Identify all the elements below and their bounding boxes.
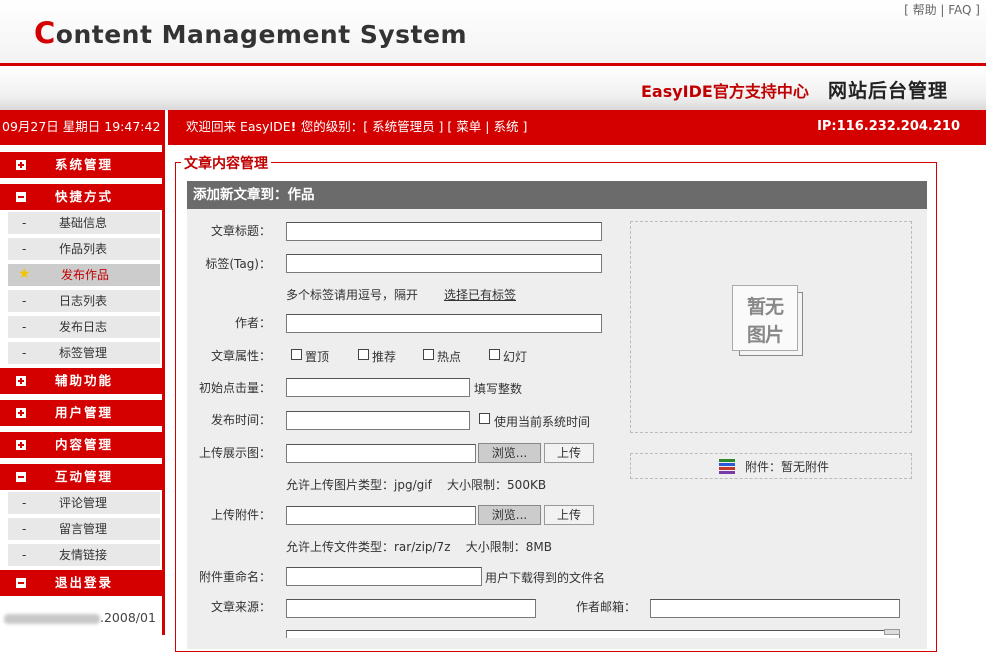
rename-attachment-input[interactable]: [286, 567, 482, 586]
sidebar-section-shortcuts[interactable]: 快捷方式: [0, 184, 162, 210]
browse-attachment-button[interactable]: 浏览...: [478, 505, 541, 525]
checkbox-recommend-label: 推荐: [372, 350, 397, 364]
expand-icon: [16, 160, 26, 170]
attachment-status-text: 附件：暂无附件: [745, 460, 830, 474]
sidebar-item-works-list[interactable]: - 作品列表: [8, 238, 160, 260]
sidebar-item-publish-log[interactable]: - 发布日志: [8, 316, 160, 338]
author-email-label: 作者邮箱：: [575, 600, 636, 614]
blurred-text: [4, 613, 100, 624]
welcome-text: 欢迎回来 EasyIDE! 您的级别：[ 系统管理员 ] [ 菜单 | 系统 ]: [186, 119, 528, 134]
attributes-label: 文章属性：: [210, 349, 271, 363]
sidebar-item-publish-work[interactable]: ★ 发布作品: [8, 264, 160, 286]
upload-attachment-label: 上传附件：: [210, 508, 271, 522]
form-title: 添加新文章到：作品: [187, 181, 927, 209]
header: Content Management System [ 帮助 | FAQ ]: [0, 0, 986, 64]
title-label: 文章标题：: [210, 224, 271, 238]
author-email-input[interactable]: [650, 599, 900, 618]
sidebar-section-interaction[interactable]: 互动管理: [0, 464, 162, 490]
top-links[interactable]: [ 帮助 | FAQ ]: [904, 1, 980, 18]
attachment-status-box: 附件：暂无附件: [630, 453, 912, 479]
logo: Content Management System: [34, 16, 467, 50]
sidebar-section-users[interactable]: 用户管理: [0, 400, 162, 426]
tag-hint: 多个标签请用逗号，隔开: [286, 288, 419, 302]
cut-off-input[interactable]: [286, 630, 900, 638]
collapse-icon: [16, 472, 26, 482]
tag-input[interactable]: [286, 254, 602, 273]
no-image-text: 暂无 图片: [746, 296, 784, 346]
checkbox-top-label: 置顶: [305, 350, 330, 364]
menu-link[interactable]: 菜单: [456, 119, 481, 134]
rename-hint: 用户下载得到的文件名: [485, 571, 606, 585]
source-label: 文章来源：: [210, 600, 271, 614]
admin-title: 网站后台管理: [828, 80, 949, 102]
status-separator: [165, 110, 168, 145]
sidebar-item-guestbook[interactable]: - 留言管理: [8, 518, 160, 540]
author-label: 作者：: [234, 316, 271, 330]
clicks-hint: 填写整数: [474, 382, 523, 396]
use-current-time-label: 使用当前系统时间: [494, 415, 591, 429]
clicks-input[interactable]: [286, 378, 470, 397]
title-input[interactable]: [286, 222, 602, 241]
sidebar-item-friend-links[interactable]: - 友情链接: [8, 544, 160, 566]
upload-image-button[interactable]: 上传: [544, 443, 594, 463]
sidebar: 系统管理 快捷方式 - 基础信息 - 作品列表 ★ 发布作品 - 日志列表 - 发布日志 …: [0, 145, 165, 635]
sidebar-item-log-list[interactable]: - 日志列表: [8, 290, 160, 312]
sidebar-item-tag-management[interactable]: - 标签管理: [8, 342, 160, 364]
tag-label: 标签(Tag)：: [205, 257, 271, 271]
fieldset-legend: 文章内容管理: [181, 153, 271, 173]
author-input[interactable]: [286, 314, 602, 333]
browse-image-button[interactable]: 浏览...: [478, 443, 541, 463]
upload-attachment-file-input[interactable]: [286, 506, 476, 525]
archive-icon: [719, 459, 735, 474]
checkbox-hot-label: 热点: [437, 350, 462, 364]
expand-icon: [16, 376, 26, 386]
sidebar-item-basic-info[interactable]: - 基础信息: [8, 212, 160, 234]
collapse-icon: [16, 192, 26, 202]
sidebar-section-auxiliary[interactable]: 辅助功能: [0, 368, 162, 394]
ip-address: IP:116.232.204.210: [817, 119, 960, 134]
star-icon: ★: [18, 266, 31, 282]
sidebar-section-logout[interactable]: 退出登录: [0, 570, 162, 596]
status-bar: 09月27日 星期日 19:47:42 欢迎回来 EasyIDE! 您的级别：[…: [0, 110, 986, 145]
checkbox-top[interactable]: [291, 349, 302, 360]
upload-image-file-input[interactable]: [286, 444, 476, 463]
exclaim-icon: !: [290, 119, 301, 134]
support-center-title: EasyIDE官方支持中心: [641, 82, 809, 101]
sidebar-item-comments[interactable]: - 评论管理: [8, 492, 160, 514]
image-type-hint: 允许上传图片类型：jpg/gif 大小限制：500KB: [286, 478, 547, 492]
scrollbar-thumb[interactable]: [884, 629, 900, 635]
rename-attachment-label: 附件重命名：: [198, 570, 271, 584]
sidebar-section-system[interactable]: 系统管理: [0, 152, 162, 178]
checkbox-slide-label: 幻灯: [503, 350, 528, 364]
no-image-placeholder: 暂无 图片: [732, 285, 803, 356]
system-link[interactable]: 系统: [493, 119, 518, 134]
checkbox-hot[interactable]: [423, 349, 434, 360]
checkbox-slide[interactable]: [489, 349, 500, 360]
upload-image-label: 上传展示图：: [198, 446, 271, 460]
collapse-icon: [16, 578, 26, 588]
publish-time-input[interactable]: [286, 411, 470, 430]
publish-time-label: 发布时间：: [210, 413, 271, 427]
choose-tags-link[interactable]: 选择已有标签: [444, 286, 516, 303]
checkbox-recommend[interactable]: [358, 349, 369, 360]
use-current-time-checkbox[interactable]: [479, 413, 490, 424]
sidebar-section-content[interactable]: 内容管理: [0, 432, 162, 458]
source-input[interactable]: [286, 599, 536, 618]
clicks-label: 初始点击量：: [198, 381, 271, 395]
file-type-hint: 允许上传文件类型：rar/zip/7z 大小限制：8MB: [286, 540, 552, 554]
expand-icon: [16, 440, 26, 450]
copyright: .2008/01: [4, 610, 156, 625]
datetime: 09月27日 星期日 19:47:42: [2, 119, 161, 134]
image-preview: 暂无 图片: [630, 221, 912, 433]
expand-icon: [16, 408, 26, 418]
upload-attachment-button[interactable]: 上传: [544, 505, 594, 525]
